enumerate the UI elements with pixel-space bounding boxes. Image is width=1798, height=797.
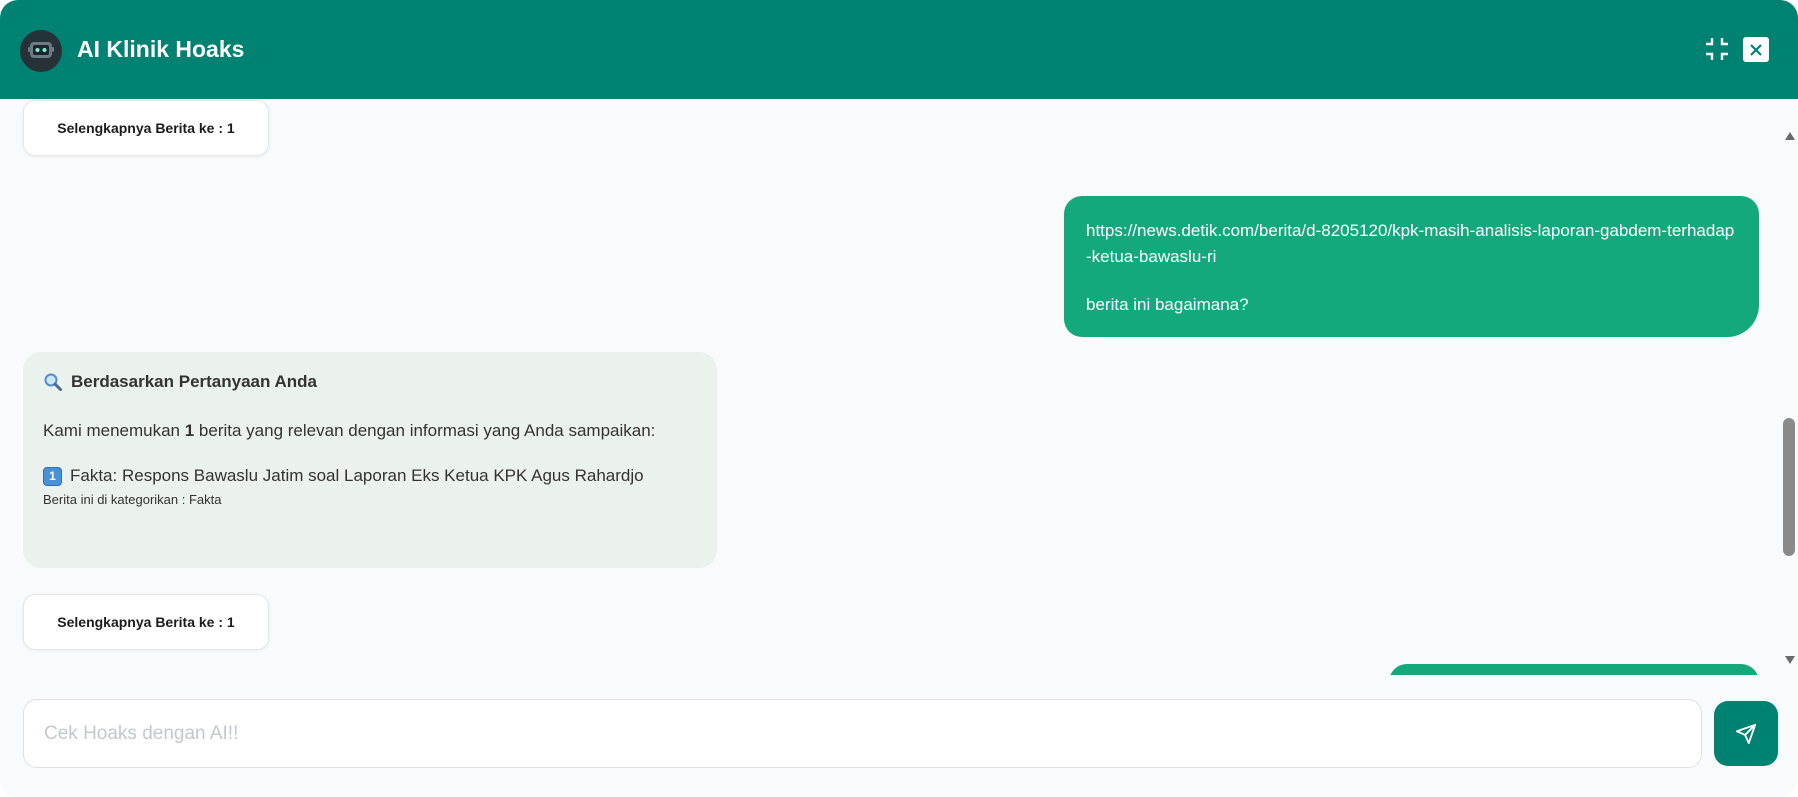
more-news-label: Selengkapnya Berita ke : 1 bbox=[57, 120, 235, 136]
scroll-up-arrow-icon[interactable] bbox=[1785, 132, 1795, 140]
chat-messages: Selengkapnya Berita ke : 1 https://news.… bbox=[0, 99, 1780, 675]
user-message-bubble-partial bbox=[1389, 664, 1759, 675]
bot-heading-text: Berdasarkan Pertanyaan Anda bbox=[71, 372, 317, 391]
bot-intro-text: Kami menemukan 1 berita yang relevan den… bbox=[43, 418, 697, 444]
minimize-button[interactable] bbox=[1703, 35, 1731, 63]
bot-message-heading: Berdasarkan Pertanyaan Anda bbox=[43, 372, 697, 392]
scrollbar-thumb[interactable] bbox=[1783, 418, 1795, 556]
send-icon bbox=[1735, 723, 1757, 744]
robot-avatar-icon bbox=[20, 30, 62, 72]
chat-scrollbar[interactable] bbox=[1780, 120, 1798, 672]
chat-window: AI Klinik Hoaks Selengkapnya Berita ke :… bbox=[0, 0, 1798, 797]
more-news-label: Selengkapnya Berita ke : 1 bbox=[57, 614, 235, 630]
close-button[interactable] bbox=[1743, 37, 1769, 62]
scroll-down-arrow-icon[interactable] bbox=[1785, 656, 1795, 664]
chat-header: AI Klinik Hoaks bbox=[0, 0, 1798, 99]
news-category-text: Berita ini di kategorikan : Fakta bbox=[43, 492, 222, 507]
number-keycap-icon: 1 bbox=[43, 466, 62, 486]
more-news-button[interactable]: Selengkapnya Berita ke : 1 bbox=[23, 594, 269, 650]
bot-intro-after: berita yang relevan dengan informasi yan… bbox=[194, 421, 656, 440]
magnifier-icon bbox=[44, 373, 62, 391]
user-message-url[interactable]: https://news.detik.com/berita/d-8205120/… bbox=[1086, 218, 1737, 270]
close-icon bbox=[1750, 43, 1762, 56]
collapse-icon bbox=[1706, 38, 1728, 60]
app-title: AI Klinik Hoaks bbox=[77, 36, 245, 62]
chat-input[interactable] bbox=[23, 699, 1702, 768]
news-result-item: 1 Fakta: Respons Bawaslu Jatim soal Lapo… bbox=[43, 466, 697, 486]
bot-message-bubble: Berdasarkan Pertanyaan Anda Kami menemuk… bbox=[23, 352, 717, 568]
news-result-title: Fakta: Respons Bawaslu Jatim soal Lapora… bbox=[70, 466, 644, 485]
user-message-text: berita ini bagaimana? bbox=[1086, 295, 1249, 314]
user-message-bubble: https://news.detik.com/berita/d-8205120/… bbox=[1064, 196, 1759, 337]
more-news-button[interactable]: Selengkapnya Berita ke : 1 bbox=[23, 100, 269, 156]
send-button[interactable] bbox=[1714, 701, 1778, 766]
bot-intro-count: 1 bbox=[184, 421, 195, 440]
bot-intro-before: Kami menemukan bbox=[43, 421, 185, 440]
